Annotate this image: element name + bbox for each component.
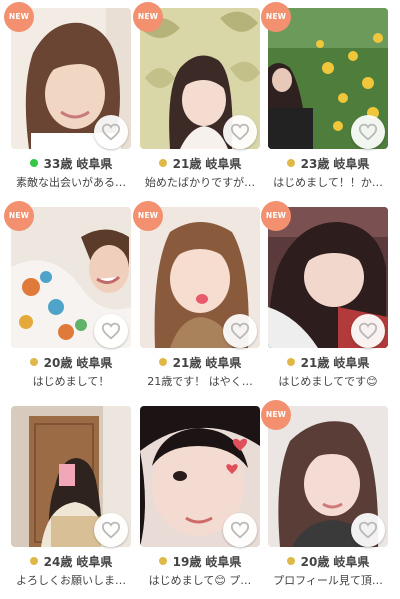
heart-outline-icon — [230, 322, 250, 340]
like-button[interactable] — [351, 314, 385, 348]
like-button[interactable] — [94, 314, 128, 348]
profile-card[interactable]: NEW 21歳 岐阜県 はじめましてです😊 — [261, 201, 388, 393]
profile-card[interactable]: NEW 33歳 岐阜県 素敵な出会いがある… — [4, 2, 131, 194]
profile-message: プロフィール見て頂… — [273, 574, 383, 587]
profile-message: 21歳です！ はやく… — [147, 375, 253, 388]
heart-outline-icon — [230, 521, 250, 539]
profile-card[interactable]: NEW 20歳 岐阜県 はじめまして！ — [4, 201, 131, 393]
recent-status-dot — [158, 557, 167, 565]
new-badge: NEW — [4, 2, 34, 32]
recent-status-dot — [29, 557, 38, 565]
recent-status-dot — [158, 358, 167, 366]
location-label: 岐阜県 — [205, 355, 242, 370]
profile-card[interactable]: NEW 20歳 岐阜県 プロフィール見て頂… — [261, 400, 388, 592]
profile-message: はじめましてです😊 — [278, 375, 378, 388]
profile-meta: 21歳 岐阜県 — [140, 155, 260, 171]
location-label: 岐阜県 — [76, 156, 113, 171]
recent-status-dot — [29, 358, 38, 366]
location-label: 岐阜県 — [333, 554, 370, 569]
profile-card[interactable]: NEW 23歳 岐阜県 はじめまして！！か… — [261, 2, 388, 194]
new-badge: NEW — [261, 201, 291, 231]
new-badge: NEW — [261, 400, 291, 430]
heart-outline-icon — [358, 123, 378, 141]
age-label: 23歳 — [300, 156, 330, 171]
age-label: 21歳 — [172, 156, 202, 171]
profile-meta: 23歳 岐阜県 — [268, 155, 388, 171]
online-status-dot — [29, 159, 38, 167]
profile-meta: 21歳 岐阜県 — [268, 354, 388, 370]
heart-outline-icon — [358, 521, 378, 539]
recent-status-dot — [286, 159, 295, 167]
age-label: 24歳 — [43, 554, 73, 569]
like-button[interactable] — [94, 115, 128, 149]
profile-meta: 20歳 岐阜県 — [11, 354, 131, 370]
profile-card[interactable]: 19歳 岐阜県 はじめまして😊 プ… — [140, 406, 260, 592]
heart-outline-icon — [101, 322, 121, 340]
location-label: 岐阜県 — [76, 554, 113, 569]
profile-message: はじめまして😊 プ… — [148, 574, 252, 587]
heart-outline-icon — [101, 521, 121, 539]
like-button[interactable] — [94, 513, 128, 547]
profile-meta: 19歳 岐阜県 — [140, 553, 260, 569]
age-label: 20歳 — [300, 554, 330, 569]
profile-message: 始めたばかりですが… — [144, 176, 256, 189]
new-badge: NEW — [133, 201, 163, 231]
new-badge: NEW — [4, 201, 34, 231]
location-label: 岐阜県 — [333, 156, 370, 171]
like-button[interactable] — [351, 115, 385, 149]
recent-status-dot — [286, 358, 295, 366]
location-label: 岐阜県 — [205, 554, 242, 569]
like-button[interactable] — [223, 513, 257, 547]
profile-message: はじめまして！ — [32, 375, 110, 388]
profile-card[interactable]: NEW 21歳 岐阜県 始めたばかりですが… — [133, 2, 260, 194]
profile-message: 素敵な出会いがある… — [16, 176, 126, 189]
heart-outline-icon — [358, 322, 378, 340]
new-badge: NEW — [133, 2, 163, 32]
profile-message: よろしくお願いしま… — [16, 574, 126, 587]
location-label: 岐阜県 — [333, 355, 370, 370]
profile-meta: 24歳 岐阜県 — [11, 553, 131, 569]
profile-meta: 21歳 岐阜県 — [140, 354, 260, 370]
profile-meta: 20歳 岐阜県 — [268, 553, 388, 569]
profile-card[interactable]: 24歳 岐阜県 よろしくお願いしま… — [11, 406, 131, 592]
heart-outline-icon — [230, 123, 250, 141]
location-label: 岐阜県 — [76, 355, 113, 370]
recent-status-dot — [158, 159, 167, 167]
location-label: 岐阜県 — [205, 156, 242, 171]
like-button[interactable] — [223, 115, 257, 149]
heart-outline-icon — [101, 123, 121, 141]
age-label: 19歳 — [172, 554, 202, 569]
like-button[interactable] — [351, 513, 385, 547]
age-label: 21歳 — [172, 355, 202, 370]
new-badge: NEW — [261, 2, 291, 32]
profile-message: はじめまして！！か… — [273, 176, 383, 189]
age-label: 33歳 — [43, 156, 73, 171]
profile-card[interactable]: NEW 21歳 岐阜県 21歳です！ はやく… — [133, 201, 260, 393]
like-button[interactable] — [223, 314, 257, 348]
profile-grid: NEW 33歳 岐阜県 素敵な出会いがある… NEW 21歳 岐阜県 始めたばか… — [0, 0, 400, 599]
profile-meta: 33歳 岐阜県 — [11, 155, 131, 171]
recent-status-dot — [286, 557, 295, 565]
age-label: 20歳 — [43, 355, 73, 370]
age-label: 21歳 — [300, 355, 330, 370]
